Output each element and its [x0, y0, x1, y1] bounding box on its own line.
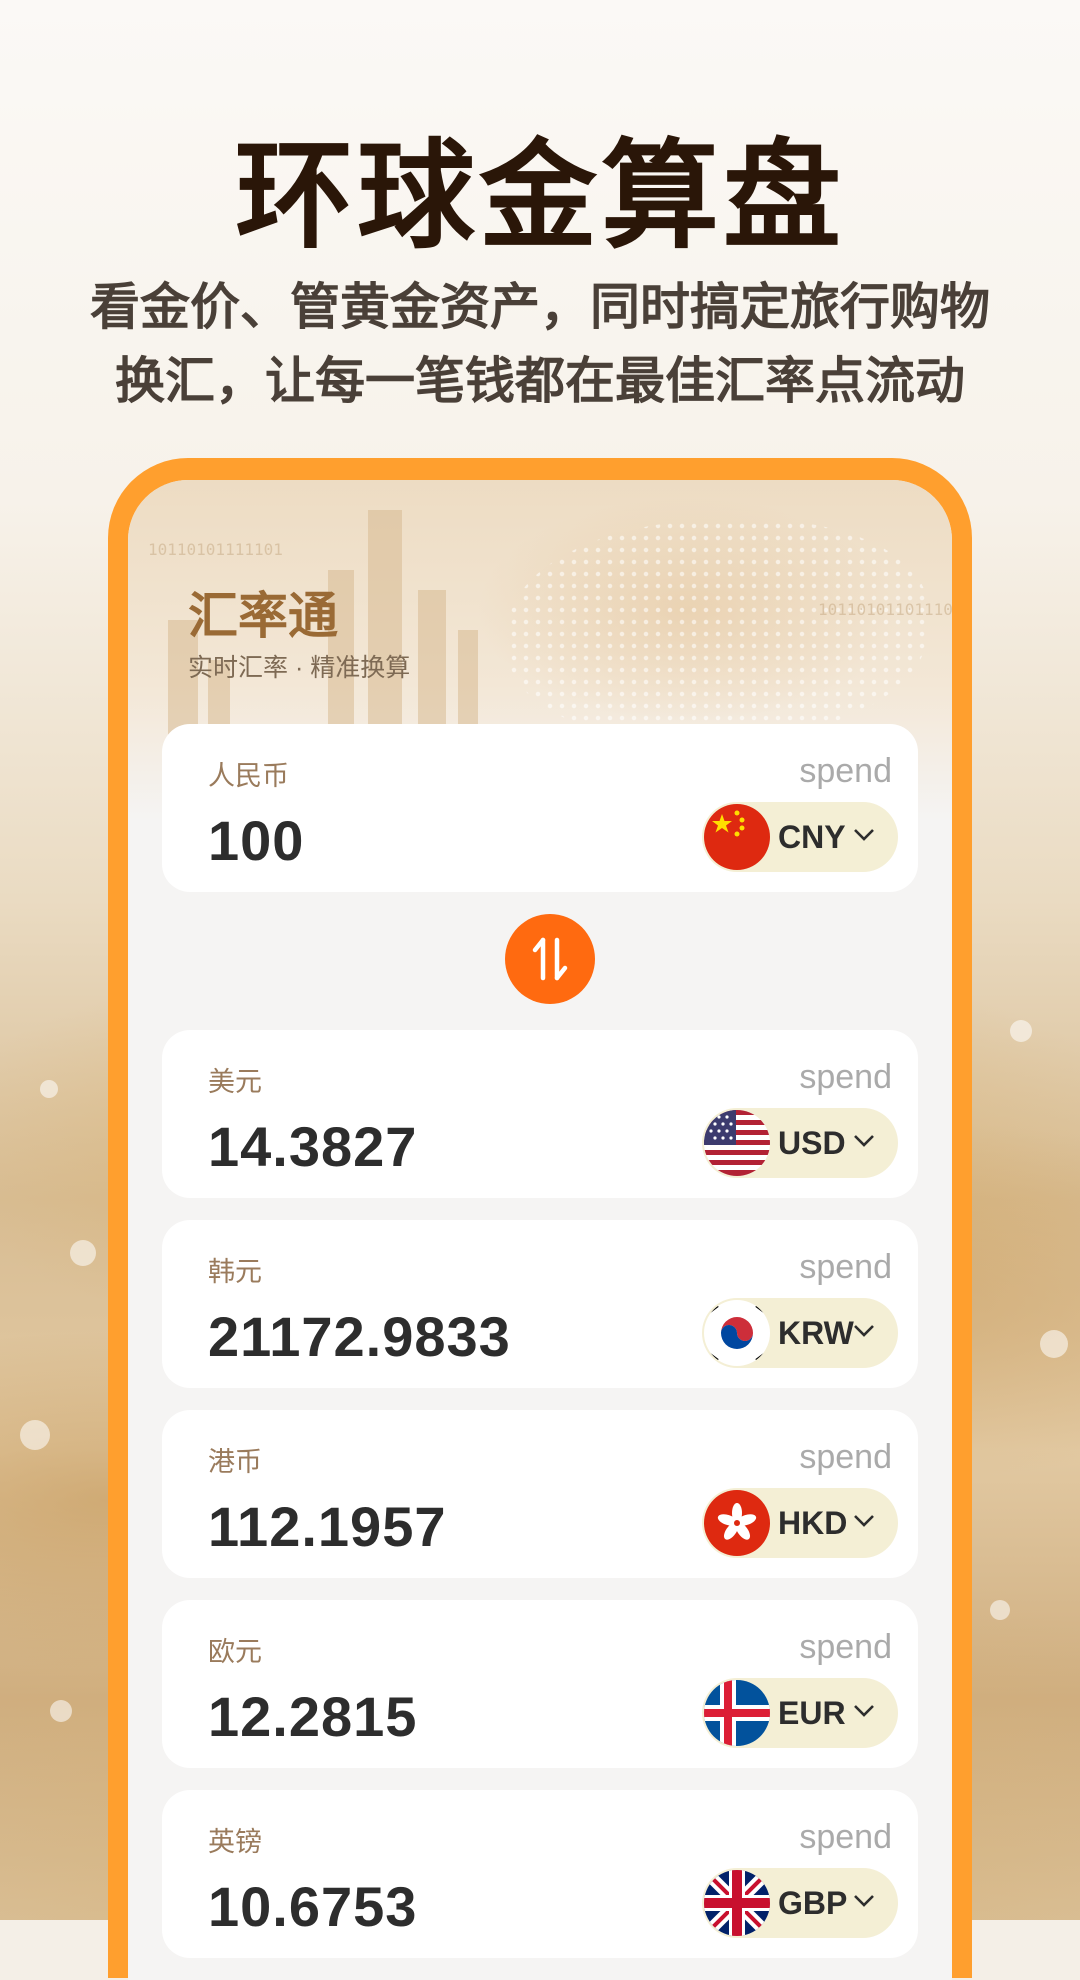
currency-code: USD [778, 1125, 846, 1161]
spend-label: spend [799, 752, 892, 790]
subtitle-line-1: 看金价、管黄金资产，同时搞定旅行购物 [90, 279, 990, 335]
converted-amount: 12.2815 [208, 1685, 418, 1748]
sparkle [50, 1700, 72, 1722]
converted-amount: 10.6753 [208, 1875, 418, 1938]
sparkle [20, 1420, 50, 1450]
base-currency-card[interactable]: 人民币 spend 100 CNY [162, 724, 918, 892]
building-decoration [368, 510, 402, 740]
currency-card-eur[interactable]: 欧元 spend 12.2815 EUR [162, 1600, 918, 1768]
page-title: 环球金算盘 [234, 131, 845, 263]
swap-button[interactable] [505, 914, 595, 1004]
chevron-down-icon [854, 1325, 874, 1337]
swap-arrows-icon [532, 937, 568, 981]
subtitle-line-2: 换汇，让每一笔钱都在最佳汇率点流动 [115, 353, 965, 409]
amount-input[interactable]: 100 [208, 808, 304, 873]
currency-code: EUR [778, 1695, 846, 1731]
spend-label: spend [799, 1438, 892, 1476]
spend-label: spend [799, 1248, 892, 1286]
currency-name: 欧元 [208, 1637, 262, 1667]
spend-label: spend [799, 1058, 892, 1096]
currency-card-usd[interactable]: 美元 spend 14.3827 USD [162, 1030, 918, 1198]
converted-amount: 112.1957 [208, 1495, 447, 1558]
currency-code: KRW [778, 1315, 854, 1351]
currency-name: 韩元 [208, 1257, 262, 1287]
usa-flag-icon [704, 1110, 770, 1176]
app-screen: 10110101111101 1011010110111011010 汇率通 实… [128, 480, 952, 1980]
hongkong-flag-icon [704, 1490, 770, 1556]
app-title: 汇率通 [188, 588, 338, 644]
currency-card-krw[interactable]: 韩元 spend 21172.9833 KRW [162, 1220, 918, 1388]
currency-code: HKD [778, 1505, 848, 1541]
currency-name: 港币 [208, 1447, 262, 1477]
sparkle [40, 1080, 58, 1098]
sparkle [70, 1240, 96, 1266]
chevron-down-icon [854, 1895, 874, 1907]
currency-name: 英镑 [208, 1827, 262, 1857]
chevron-down-icon [854, 1515, 874, 1527]
converted-amount: 14.3827 [208, 1115, 418, 1178]
phone-frame: 10110101111101 1011010110111011010 汇率通 实… [108, 458, 972, 1980]
korea-flag-icon [704, 1300, 770, 1366]
currency-name: 美元 [208, 1067, 262, 1097]
spend-label: spend [799, 1818, 892, 1856]
currency-name: 人民币 [208, 761, 289, 791]
sparkle [1010, 1020, 1032, 1042]
currency-selector[interactable]: USD [702, 1108, 898, 1178]
binary-decoration: 1011010110111011010 [818, 600, 952, 619]
currency-selector[interactable]: KRW [702, 1298, 898, 1368]
currency-card-gbp[interactable]: 英镑 spend 10.6753 GBP [162, 1790, 918, 1958]
eur-flag-icon [704, 1680, 770, 1746]
building-decoration [418, 590, 446, 740]
currency-selector[interactable]: CNY [702, 802, 898, 872]
converted-amount: 21172.9833 [208, 1305, 511, 1368]
chevron-down-icon [854, 829, 874, 841]
app-subtitle: 实时汇率 · 精准换算 [188, 654, 411, 682]
binary-decoration: 10110101111101 [148, 540, 283, 559]
currency-selector[interactable]: HKD [702, 1488, 898, 1558]
currency-code: GBP [778, 1885, 848, 1921]
currency-card-hkd[interactable]: 港币 spend 112.1957 HKD [162, 1410, 918, 1578]
spend-label: spend [799, 1628, 892, 1666]
world-map-decoration [508, 520, 928, 740]
currency-selector[interactable]: EUR [702, 1678, 898, 1748]
currency-code: CNY [778, 819, 846, 855]
page-subtitle: 看金价、管黄金资产，同时搞定旅行购物 换汇，让每一笔钱都在最佳汇率点流动 [60, 270, 1020, 418]
chevron-down-icon [854, 1135, 874, 1147]
sparkle [990, 1600, 1010, 1620]
uk-flag-icon [704, 1870, 770, 1936]
currency-selector[interactable]: GBP [702, 1868, 898, 1938]
china-flag-icon [704, 804, 770, 870]
sparkle [1040, 1330, 1068, 1358]
chevron-down-icon [854, 1705, 874, 1717]
